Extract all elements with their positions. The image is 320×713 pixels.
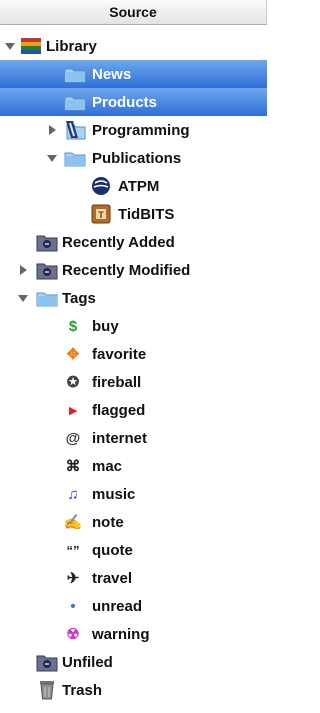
row-tag-flagged[interactable]: ▸ flagged: [0, 396, 267, 424]
row-atpm[interactable]: ATPM: [0, 172, 267, 200]
row-programming[interactable]: Programming: [0, 116, 267, 144]
dot-icon: •: [70, 597, 76, 615]
library-icon: [20, 35, 42, 57]
row-tag-note[interactable]: ✍ note: [0, 508, 267, 536]
dollar-icon: $: [68, 317, 78, 335]
row-label: mac: [92, 457, 123, 475]
flag-icon: ▸: [69, 401, 77, 419]
smart-folder-icon: [36, 651, 58, 673]
smart-folder-icon: [36, 231, 58, 253]
row-unfiled[interactable]: Unfiled: [0, 648, 267, 676]
row-label: fireball: [92, 373, 142, 391]
row-label: Products: [92, 93, 158, 111]
folder-icon: [64, 147, 86, 169]
row-tag-internet[interactable]: @ internet: [0, 424, 267, 452]
warning-icon: ☢: [66, 625, 80, 643]
row-library[interactable]: Library: [0, 32, 267, 60]
row-label: Recently Added: [62, 233, 175, 251]
row-label: Publications: [92, 149, 182, 167]
source-column-header[interactable]: Source: [0, 0, 267, 25]
command-icon: ⌘: [65, 457, 81, 475]
music-note-icon: ♫: [67, 485, 79, 503]
row-label: Library: [46, 37, 97, 55]
row-tag-music[interactable]: ♫ music: [0, 480, 267, 508]
row-products[interactable]: Products: [0, 88, 267, 116]
row-label: unread: [92, 597, 143, 615]
row-label: music: [92, 485, 136, 503]
disclosure-collapsed-icon[interactable]: [47, 125, 57, 135]
programming-folder-icon: [64, 119, 86, 141]
disclosure-expanded-icon[interactable]: [47, 153, 57, 163]
row-label: quote: [92, 541, 133, 559]
row-trash[interactable]: Trash: [0, 676, 267, 704]
tidbits-icon: T: [90, 203, 112, 225]
row-label: Unfiled: [62, 653, 113, 671]
row-recently-modified[interactable]: Recently Modified: [0, 256, 267, 284]
disclosure-expanded-icon[interactable]: [5, 41, 15, 51]
row-tag-travel[interactable]: ✈ travel: [0, 564, 267, 592]
row-news[interactable]: News: [0, 60, 267, 88]
row-recently-added[interactable]: Recently Added: [0, 228, 267, 256]
row-label: buy: [92, 317, 119, 335]
row-tag-unread[interactable]: • unread: [0, 592, 267, 620]
airplane-icon: ✈: [66, 569, 80, 587]
note-icon: ✍: [63, 513, 83, 531]
row-tag-buy[interactable]: $ buy: [0, 312, 267, 340]
disclosure-collapsed-icon[interactable]: [18, 265, 28, 275]
row-tag-fireball[interactable]: ✪ fireball: [0, 368, 267, 396]
favorite-icon: ✥: [66, 345, 80, 363]
fireball-icon: ✪: [66, 373, 80, 391]
trash-icon: [36, 679, 58, 701]
svg-text:T: T: [98, 210, 104, 220]
row-label: ATPM: [118, 177, 160, 195]
disclosure-expanded-icon[interactable]: [18, 293, 28, 303]
row-label: TidBITS: [118, 205, 175, 223]
row-tag-warning[interactable]: ☢ warning: [0, 620, 267, 648]
row-publications[interactable]: Publications: [0, 144, 267, 172]
row-tag-favorite[interactable]: ✥ favorite: [0, 340, 267, 368]
quote-icon: “”: [66, 542, 80, 558]
source-header-label: Source: [109, 4, 157, 20]
row-label: flagged: [92, 401, 146, 419]
row-tag-mac[interactable]: ⌘ mac: [0, 452, 267, 480]
row-label: Trash: [62, 681, 103, 699]
at-icon: @: [65, 429, 81, 447]
row-tidbits[interactable]: T TidBITS: [0, 200, 267, 228]
row-label: News: [92, 65, 132, 83]
folder-icon: [64, 91, 86, 113]
row-label: warning: [92, 625, 150, 643]
row-label: internet: [92, 429, 148, 447]
smart-folder-icon: [36, 259, 58, 281]
row-tag-quote[interactable]: “” quote: [0, 536, 267, 564]
folder-icon: [36, 287, 58, 309]
row-label: note: [92, 513, 124, 531]
row-label: Programming: [92, 121, 190, 139]
row-label: Recently Modified: [62, 261, 191, 279]
source-list: Source Library News Products Programming…: [0, 0, 267, 713]
row-label: travel: [92, 569, 133, 587]
atpm-icon: [90, 175, 112, 197]
folder-icon: [64, 63, 86, 85]
row-label: favorite: [92, 345, 147, 363]
row-label: Tags: [62, 289, 96, 307]
row-tags[interactable]: Tags: [0, 284, 267, 312]
